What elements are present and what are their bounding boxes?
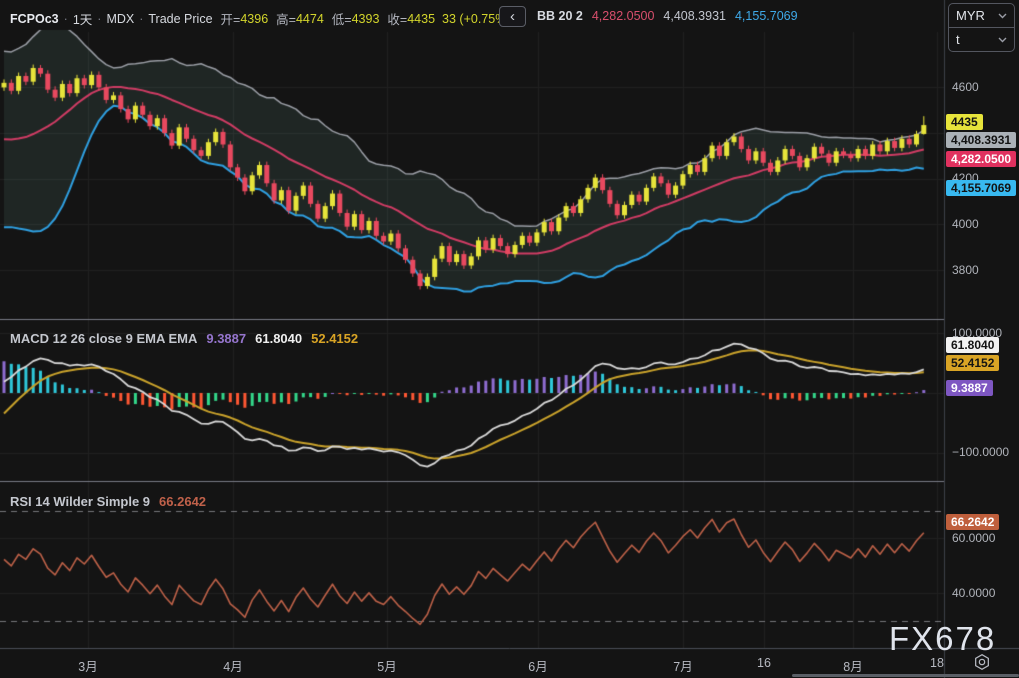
- macd-pane-legend: MACD 12 26 close 9 EMA EMA 9.3887 61.804…: [10, 331, 358, 346]
- macd-title: MACD 12 26 close 9 EMA EMA: [10, 331, 197, 346]
- time-tick-label: 6月: [503, 656, 573, 675]
- price-badge: 4,282.0500: [946, 151, 1016, 167]
- collapse-toolbar-button[interactable]: ‹: [499, 6, 526, 27]
- time-tick-label: 7月: [648, 656, 718, 675]
- horizontal-scrollbar[interactable]: [792, 674, 1019, 677]
- bb-basis-value: 4,282.0500: [592, 9, 655, 23]
- time-tick-label: 18: [902, 656, 972, 670]
- price-badge: 52.4152: [946, 355, 999, 371]
- high-value: 4474: [296, 12, 324, 26]
- open-value: 4396: [240, 12, 268, 26]
- macd-hist-value: 9.3887: [206, 331, 246, 346]
- series-type-label: Trade Price: [148, 12, 212, 26]
- main-pane-legend: FCPOc3 · 1天 · MDX · Trade Price 开=4396 高…: [10, 9, 511, 28]
- symbol-name: FCPOc3: [10, 12, 59, 26]
- axis-tick-label: 4000: [952, 217, 979, 231]
- chevron-down-icon: [998, 13, 1007, 19]
- rsi-pane-legend: RSI 14 Wilder Simple 9 66.2642: [10, 494, 206, 509]
- currency-select[interactable]: MYR: [949, 4, 1014, 27]
- axis-tick-label: 40.0000: [952, 586, 995, 600]
- close-label: 收=: [387, 9, 407, 28]
- unit-value: t: [956, 32, 960, 47]
- currency-value: MYR: [956, 8, 985, 23]
- time-tick-label: 8月: [818, 656, 888, 675]
- price-badge: 66.2642: [946, 514, 999, 530]
- price-badge: 4,155.7069: [946, 180, 1016, 196]
- watermark: FX678: [889, 620, 996, 658]
- axis-tick-label: 60.0000: [952, 531, 995, 545]
- interval-label: 1天: [73, 9, 92, 28]
- close-value: 4435: [407, 12, 435, 26]
- bb-lower-value: 4,155.7069: [735, 9, 798, 23]
- axis-tick-label: −100.0000: [952, 445, 1009, 459]
- legend-separator-dot: ·: [97, 12, 101, 26]
- exchange-label: MDX: [106, 12, 134, 26]
- macd-signal-value: 52.4152: [311, 331, 358, 346]
- price-badge: 4,408.3931: [946, 132, 1016, 148]
- macd-line-value: 61.8040: [255, 331, 302, 346]
- high-label: 高=: [276, 9, 296, 28]
- axis-tick-label: 4600: [952, 80, 979, 94]
- bb-title: BB 20 2: [537, 9, 583, 23]
- bollinger-legend: BB 20 2 4,282.0500 4,408.3931 4,155.7069: [537, 9, 798, 23]
- time-tick-label: 16: [729, 656, 799, 670]
- low-value: 4393: [352, 12, 380, 26]
- time-tick-label: 3月: [53, 656, 123, 675]
- open-label: 开=: [221, 9, 241, 28]
- rsi-value: 66.2642: [159, 494, 206, 509]
- price-badge: 4435: [946, 114, 983, 130]
- legend-separator-dot: ·: [139, 12, 143, 26]
- time-tick-label: 4月: [198, 656, 268, 675]
- price-axis[interactable]: 4600420040003800100.0000−100.000060.0000…: [945, 0, 1019, 648]
- bb-upper-value: 4,408.3931: [663, 9, 726, 23]
- chart-root: FCPOc3 · 1天 · MDX · Trade Price 开=4396 高…: [0, 0, 1019, 678]
- unit-select[interactable]: t: [949, 27, 1014, 51]
- currency-unit-selector: MYR t: [948, 3, 1015, 52]
- price-badge: 61.8040: [946, 337, 999, 353]
- legend-separator-dot: ·: [64, 12, 68, 26]
- rsi-title: RSI 14 Wilder Simple 9: [10, 494, 150, 509]
- low-label: 低=: [332, 9, 352, 28]
- price-badge: 9.3887: [946, 380, 993, 396]
- axis-tick-label: 3800: [952, 263, 979, 277]
- chevron-down-icon: [998, 37, 1007, 43]
- time-tick-label: 5月: [352, 656, 422, 675]
